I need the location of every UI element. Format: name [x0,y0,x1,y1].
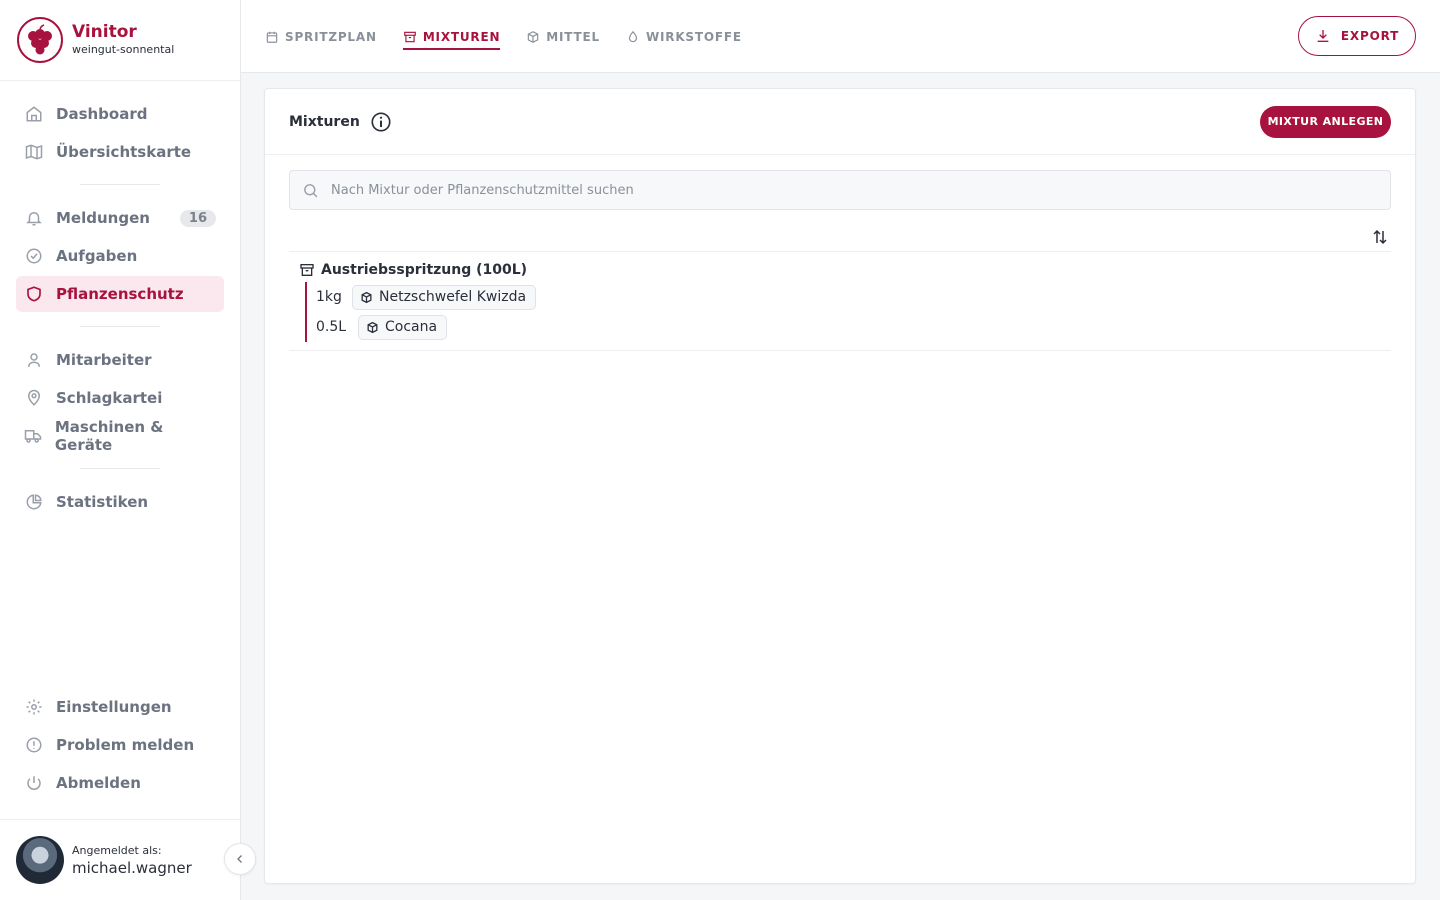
tab-mixturen[interactable]: MIXTUREN [402,0,501,73]
notification-count-badge: 16 [179,209,216,227]
product-chip[interactable]: Cocana [358,314,448,340]
mixture-list: Austriebsspritzung (100L) 1kg Netzschwef… [289,251,1391,351]
export-label: EXPORT [1340,29,1400,43]
ingredient-amount: 1kg [316,289,342,305]
sidebar-item-label: Pflanzenschutz [56,285,184,303]
pie-chart-icon [24,492,44,512]
ingredient-amount: 0.5L [316,319,347,335]
tab-mittel[interactable]: MITTEL [526,0,600,73]
sidebar-item-label: Übersichtskarte [56,143,192,161]
sidebar-item-maschinen-geraete[interactable]: Maschinen & Geräte [16,418,224,454]
sidebar-bottom-nav: Einstellungen Problem melden Abmelden [16,689,224,803]
sidebar-item-abmelden[interactable]: Abmelden [16,765,224,801]
ingredient-row: 1kg Netzschwefel Kwizda [316,282,1391,312]
sidebar-item-mitarbeiter[interactable]: Mitarbeiter [16,342,224,378]
tab-label: MITTEL [546,29,600,44]
tab-label: MIXTUREN [422,29,501,44]
archive-icon [403,30,417,44]
power-icon [24,773,44,793]
truck-icon [24,426,43,446]
sort-arrows-icon [1371,228,1389,246]
sidebar-item-label: Statistiken [56,493,149,511]
search-field[interactable] [289,170,1391,210]
card-header: Mixturen MIXTUR ANLEGEN [265,89,1415,155]
sidebar-item-label: Schlagkartei [56,389,163,407]
sort-button[interactable] [1369,226,1391,248]
product-name: Netzschwefel Kwizda [379,289,527,305]
sidebar-item-einstellungen[interactable]: Einstellungen [16,689,224,725]
sidebar-item-problem-melden[interactable]: Problem melden [16,727,224,763]
brand-name: Vinitor [72,22,137,42]
mixture-name: Austriebsspritzung (100L) [321,262,528,278]
sidebar: Vinitor weingut-sonnental Dashboard Über… [0,0,241,900]
archive-icon [299,262,315,278]
gear-icon [24,697,44,717]
ingredient-row: 0.5L Cocana [316,312,1391,342]
sidebar-item-schlagkartei[interactable]: Schlagkartei [16,380,224,416]
topbar: SPRITZPLAN MIXTUREN MITTEL WIRKSTOFFE EX… [241,0,1440,73]
user-icon [24,350,44,370]
search-icon [302,182,319,199]
search-input[interactable] [331,182,1331,198]
box-icon [360,291,373,304]
sidebar-item-label: Meldungen [56,209,150,227]
tab-label: SPRITZPLAN [285,29,377,44]
info-icon[interactable] [370,111,392,133]
box-icon [526,30,540,44]
grape-logo-icon [17,17,63,63]
main-nav: Dashboard Übersichtskarte Meldungen 16 A… [0,81,240,520]
user-label: Angemeldet als: [72,843,162,857]
tab-label: WIRKSTOFFE [645,29,742,44]
user-panel[interactable]: Angemeldet als: michael.wagner [0,819,240,900]
sidebar-item-aufgaben[interactable]: Aufgaben [16,238,224,274]
bell-icon [24,208,44,228]
sidebar-item-label: Mitarbeiter [56,351,152,369]
sidebar-item-label: Aufgaben [56,247,138,265]
box-icon [366,321,379,334]
sidebar-item-label: Problem melden [56,736,195,754]
product-name: Cocana [385,319,438,335]
alert-circle-icon [24,735,44,755]
sidebar-item-pflanzenschutz[interactable]: Pflanzenschutz [16,276,224,312]
list-item[interactable]: Austriebsspritzung (100L) 1kg Netzschwef… [289,252,1391,351]
product-chip[interactable]: Netzschwefel Kwizda [352,284,537,310]
sidebar-item-label: Abmelden [56,774,141,792]
tab-spritzplan[interactable]: SPRITZPLAN [265,0,377,73]
droplet-icon [626,30,640,44]
sidebar-item-meldungen[interactable]: Meldungen 16 [16,200,224,236]
user-name: michael.wagner [72,858,192,877]
chevron-left-icon [234,853,246,865]
brand-subtitle: weingut-sonnental [72,43,175,56]
calendar-icon [265,30,279,44]
sidebar-item-label: Einstellungen [56,698,172,716]
avatar [16,836,64,884]
tab-wirkstoffe[interactable]: WIRKSTOFFE [626,0,742,73]
brand[interactable]: Vinitor weingut-sonnental [0,0,240,81]
mixture-ingredients: 1kg Netzschwefel Kwizda 0.5L Cocana [305,282,1391,342]
shield-icon [24,284,44,304]
sidebar-item-uebersichtskarte[interactable]: Übersichtskarte [16,134,224,170]
sidebar-item-label: Maschinen & Geräte [54,418,164,454]
check-circle-icon [24,246,44,266]
sidebar-item-dashboard[interactable]: Dashboard [16,96,224,132]
map-icon [24,142,44,162]
download-icon [1315,28,1331,44]
home-icon [24,104,44,124]
export-button[interactable]: EXPORT [1298,16,1416,56]
add-mixture-button[interactable]: MIXTUR ANLEGEN [1260,105,1391,138]
sidebar-item-label: Dashboard [56,105,148,123]
mixtures-card: Mixturen MIXTUR ANLEGEN Austriebsspritzu… [264,88,1416,884]
tab-bar: SPRITZPLAN MIXTUREN MITTEL WIRKSTOFFE [265,0,768,73]
page-title: Mixturen [289,113,360,130]
sidebar-item-statistiken[interactable]: Statistiken [16,484,224,520]
collapse-sidebar-button[interactable] [224,843,256,875]
map-pin-icon [24,388,44,408]
